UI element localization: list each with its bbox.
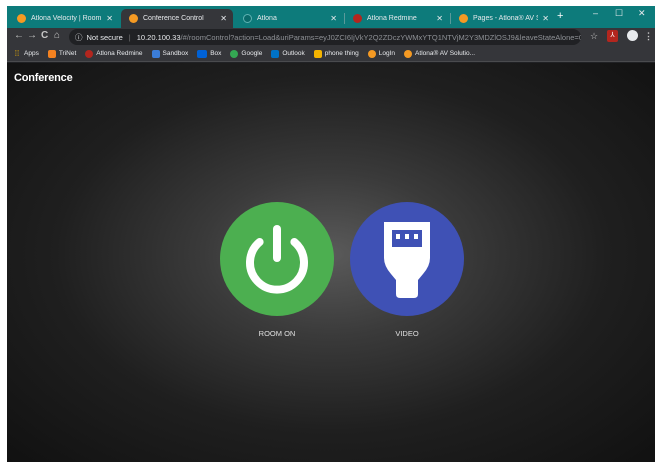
info-icon[interactable]: ⓘ [75,32,83,43]
bookmark-label: phone thing [324,50,359,57]
tab-redmine[interactable]: Atlona Redmine ✕ [345,9,449,28]
tab-label: Atlona Velocity | Room Modify [31,15,102,22]
room-on-label: ROOM ON [258,329,296,338]
bookmark-phone-thing[interactable]: phone thing [313,49,359,58]
url-host: 10.20.100.33 [136,32,181,42]
apps-icon: ⁞⁞ [14,49,20,58]
redmine-favicon-icon [353,14,362,23]
menu-kebab-icon[interactable]: ⋮ [644,31,653,42]
profile-avatar-icon[interactable] [627,30,638,41]
close-tab-icon[interactable]: ✕ [542,14,549,23]
tab-atlona[interactable]: Atlona ✕ [235,9,343,28]
redmine-icon [85,49,94,58]
maximize-button[interactable]: ☐ [615,8,623,19]
bookmark-label: Atlona Redmine [96,50,143,57]
close-tab-icon[interactable]: ✕ [220,14,227,23]
bookmark-label: Sandbox [162,50,189,57]
trinet-icon [47,49,56,58]
bookmark-label: Atlona® AV Solutio... [415,50,476,57]
google-icon [230,49,239,58]
tab-conference-control[interactable]: Conference Control ✕ [121,9,233,28]
bookmark-label: Box [210,50,222,57]
tab-strip: Atlona Velocity | Room Modify ✕ Conferen… [7,6,655,28]
address-bar[interactable]: ⓘ Not secure | 10.20.100.33/#/roomContro… [69,29,581,45]
browser-window: Atlona Velocity | Room Modify ✕ Conferen… [7,6,655,462]
box-icon [197,49,208,58]
bookmark-outlook[interactable]: Outlook [271,49,305,58]
close-tab-icon[interactable]: ✕ [106,14,113,23]
tab-label: Conference Control [143,15,204,22]
atlona-favicon-icon [129,14,138,23]
outlook-icon [271,49,280,58]
phone-icon [313,49,322,58]
close-tab-icon[interactable]: ✕ [330,14,337,23]
back-button[interactable]: ← [14,30,24,41]
close-window-button[interactable]: ✕ [638,8,646,19]
video-button[interactable] [350,202,464,316]
pdf-extension-icon[interactable]: ⅄ [607,30,618,42]
browser-toolbar: ← → C ⌂ ⓘ Not secure | 10.20.100.33/#/ro… [7,28,655,46]
hdmi-plug-icon [384,222,430,298]
room-on-button[interactable] [220,202,334,316]
page-title: Conference [14,72,73,84]
forward-button[interactable]: → [27,30,37,41]
video-label: VIDEO [395,329,419,338]
conference-page: Conference ROOM ON VIDEO [7,63,655,462]
tab-velocity[interactable]: Atlona Velocity | Room Modify ✕ [9,9,119,28]
new-tab-button[interactable]: + [557,10,563,22]
bookmark-redmine[interactable]: Atlona Redmine [85,49,143,58]
bookmark-sandbox[interactable]: Sandbox [151,49,189,58]
bookmark-atlona-av[interactable]: Atlona® AV Solutio... [404,49,476,58]
atlona-favicon-icon [17,14,26,23]
minimize-button[interactable]: – [593,8,598,18]
tab-label: Atlona [257,15,277,22]
tab-pages[interactable]: Pages - Atlona® AV Solutions ✕ [451,9,555,28]
bookmark-label: Outlook [282,50,305,57]
bookmark-trinet[interactable]: TriNet [47,49,77,58]
url-path: /#/roomControl?action=Load&uriParams=eyJ… [180,32,581,42]
url-separator: | [128,32,131,42]
bookmark-label: Apps [24,50,39,57]
close-tab-icon[interactable]: ✕ [436,14,443,23]
atlona-favicon-icon [459,14,468,23]
bookmark-label: LogIn [378,50,396,57]
atlona-favicon-icon [243,14,252,23]
reload-button[interactable]: C [41,30,48,41]
bookmark-login[interactable]: LogIn [367,49,396,58]
home-button[interactable]: ⌂ [54,30,60,41]
bookmark-label: Google [241,50,263,57]
bookmark-box[interactable]: Box [197,49,222,58]
tab-label: Atlona Redmine [367,15,417,22]
atlona-icon [404,49,413,58]
tab-label: Pages - Atlona® AV Solutions [473,15,538,22]
bookmark-star-icon[interactable]: ☆ [590,31,598,42]
bookmark-apps[interactable]: ⁞⁞ Apps [13,49,39,58]
login-icon [367,49,376,58]
bookmark-label: TriNet [58,50,77,57]
sandbox-icon [151,49,160,58]
bookmark-google[interactable]: Google [230,49,263,58]
bookmarks-bar: ⁞⁞ Apps TriNet Atlona Redmine Sandbox Bo… [7,46,655,62]
security-status: Not secure [86,32,123,42]
power-icon [246,225,308,294]
